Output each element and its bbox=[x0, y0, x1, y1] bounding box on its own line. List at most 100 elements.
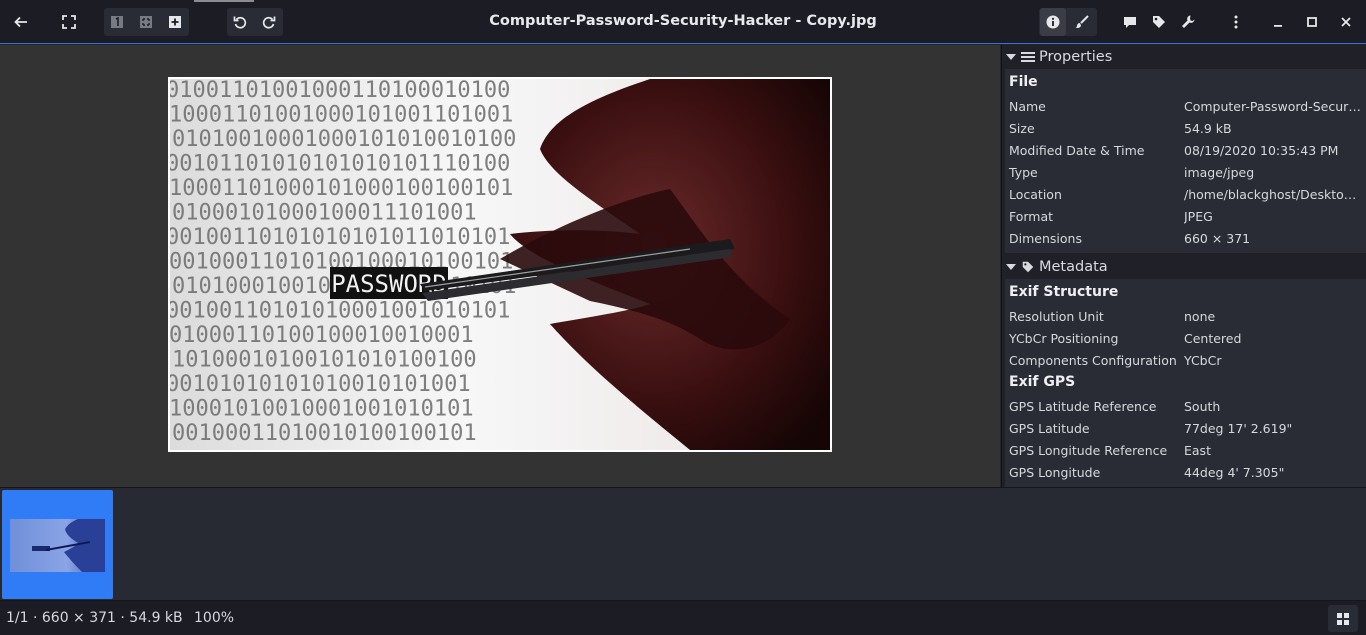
list-icon bbox=[1021, 51, 1035, 64]
binary-line: 00100110101010001001010101 bbox=[170, 299, 510, 324]
properties-header[interactable]: Properties bbox=[1002, 45, 1366, 69]
metadata-value: South bbox=[1184, 398, 1221, 414]
metadata-value: Centered bbox=[1184, 330, 1242, 346]
thumbnail-image bbox=[10, 519, 105, 572]
binary-line: 10001010010001001010101 bbox=[170, 397, 474, 422]
metadata-value: 77deg 17' 2.619" bbox=[1184, 420, 1293, 436]
binary-line: 01010010001000101010010100 bbox=[172, 127, 516, 152]
metadata-key: GPS Latitude bbox=[1009, 420, 1090, 436]
group-title-exif-gps: Exif GPS bbox=[1009, 374, 1076, 390]
main-menu-button[interactable] bbox=[1223, 8, 1249, 36]
minimize-button[interactable] bbox=[1265, 8, 1291, 36]
group-title-file: File bbox=[1009, 74, 1038, 90]
metadata-row: GPS Longitude 44deg 4' 7.305" bbox=[1005, 461, 1366, 483]
property-row: Location/home/blackghost/Desktop/C… bbox=[1005, 183, 1366, 205]
zoom-fit-button[interactable] bbox=[133, 8, 159, 36]
metadata-value: 44deg 4' 7.305" bbox=[1184, 464, 1285, 480]
metadata-row: GPS Latitude Reference South bbox=[1005, 395, 1366, 417]
property-row: Format JPEG bbox=[1005, 205, 1366, 227]
wrench-icon bbox=[1182, 15, 1195, 28]
property-row: Type image/jpeg bbox=[1005, 161, 1366, 183]
property-value: 54.9 kB bbox=[1184, 120, 1232, 136]
tab-indicator bbox=[194, 0, 254, 2]
tag-icon bbox=[1153, 16, 1165, 28]
tag-button[interactable] bbox=[1146, 8, 1172, 36]
binary-line: 00101101010101010101110100 bbox=[170, 152, 510, 177]
rotate-left-button[interactable] bbox=[227, 8, 253, 36]
metadata-key: GPS Latitude Reference bbox=[1009, 398, 1157, 414]
metadata-key: GPS Longitude Reference bbox=[1009, 442, 1168, 458]
status-bar: 1/1 · 660 × 371 · 54.9 kB 100% bbox=[0, 600, 1366, 635]
back-button[interactable] bbox=[8, 8, 34, 36]
tag-icon bbox=[1021, 260, 1035, 274]
property-value: Computer-Password-Securi… bbox=[1184, 98, 1364, 114]
header-bar: Computer-Password-Security-Hacker - Copy… bbox=[0, 0, 1366, 44]
brush-icon bbox=[1075, 15, 1089, 28]
image-info-text: 1/1 · 660 × 371 · 54.9 kB bbox=[6, 610, 183, 626]
zoom-original-button[interactable] bbox=[104, 8, 130, 36]
binary-line: 10001101001000101001101001 bbox=[170, 103, 513, 128]
metadata-value: YCbCr bbox=[1184, 352, 1222, 368]
metadata-key: Resolution Unit bbox=[1009, 308, 1104, 324]
metadata-row: GPS Longitude Reference East bbox=[1005, 439, 1366, 461]
metadata-row: GPS Latitude 77deg 17' 2.619" bbox=[1005, 417, 1366, 439]
property-value: 660 × 371 bbox=[1184, 230, 1251, 246]
rotate-right-button[interactable] bbox=[256, 8, 282, 36]
image-viewer[interactable]: 01001101001000110100010100 10001101001000… bbox=[0, 45, 1000, 487]
metadata-row: YCbCr Positioning Centered bbox=[1005, 327, 1366, 349]
binary-line: 01001101001000110100010100 bbox=[170, 79, 510, 103]
fullscreen-icon bbox=[62, 15, 76, 29]
info-icon bbox=[1046, 15, 1060, 29]
property-row: Modified Date & Time 08/19/2020 10:35:43 … bbox=[1005, 139, 1366, 161]
grid-icon bbox=[1337, 612, 1349, 625]
binary-line: 00101010101010010101001 bbox=[170, 372, 471, 397]
property-value: JPEG bbox=[1184, 208, 1213, 224]
property-key: Dimensions bbox=[1009, 230, 1082, 246]
properties-title: Properties bbox=[1039, 49, 1113, 65]
metadata-header[interactable]: Metadata bbox=[1002, 255, 1366, 279]
binary-line: 00100011010010100100101 bbox=[172, 421, 477, 446]
rotate-right-icon bbox=[262, 16, 276, 29]
property-key: Format bbox=[1009, 208, 1054, 224]
binary-line: 01000110100100010010001 bbox=[170, 323, 474, 348]
properties-section: File Name Computer-Password-Securi… Size 5… bbox=[1005, 69, 1366, 253]
binary-line: 10001101000101000100100101 bbox=[170, 176, 513, 201]
zoom-original-icon bbox=[111, 16, 123, 28]
property-value: image/jpeg bbox=[1184, 164, 1255, 180]
group-title-exif-structure: Exif Structure bbox=[1009, 284, 1119, 300]
property-row: Name Computer-Password-Securi… bbox=[1005, 95, 1366, 117]
metadata-title: Metadata bbox=[1039, 259, 1108, 275]
thumbnail-grid-button[interactable] bbox=[1328, 605, 1358, 632]
zoom-level[interactable]: 100% bbox=[194, 610, 234, 626]
back-arrow-icon bbox=[14, 16, 27, 28]
minimize-icon bbox=[1274, 25, 1282, 27]
kebab-menu-icon bbox=[1234, 15, 1238, 29]
fullscreen-button[interactable] bbox=[56, 8, 82, 36]
info-button[interactable] bbox=[1040, 8, 1066, 36]
metadata-value: none bbox=[1184, 308, 1216, 324]
metadata-value: East bbox=[1184, 442, 1211, 458]
metadata-section: Exif Structure Resolution Unit none YCbCr… bbox=[1005, 279, 1366, 487]
thumbnail-strip bbox=[0, 487, 1366, 600]
metadata-row: Components Configuration YCbCr bbox=[1005, 349, 1366, 371]
zoom-fill-icon bbox=[169, 16, 181, 28]
comment-button[interactable] bbox=[1117, 8, 1143, 36]
main-image[interactable]: 01001101001000110100010100 10001101001000… bbox=[168, 77, 832, 452]
metadata-key: YCbCr Positioning bbox=[1009, 330, 1119, 346]
binary-line: 10100010100101010100100 bbox=[172, 348, 477, 373]
property-key: Type bbox=[1009, 164, 1038, 180]
thumbnail-selected[interactable] bbox=[2, 490, 113, 599]
edit-button[interactable] bbox=[1069, 8, 1095, 36]
close-button[interactable] bbox=[1333, 8, 1359, 36]
property-value: 08/19/2020 10:35:43 PM bbox=[1184, 142, 1339, 158]
collapse-triangle-icon bbox=[1006, 54, 1016, 60]
tools-button[interactable] bbox=[1175, 8, 1201, 36]
close-icon bbox=[1341, 17, 1351, 27]
zoom-fit-icon bbox=[140, 16, 152, 28]
maximize-button[interactable] bbox=[1299, 8, 1325, 36]
metadata-row: Resolution Unit none bbox=[1005, 305, 1366, 327]
zoom-fill-button[interactable] bbox=[162, 8, 188, 36]
property-key: Modified Date & Time bbox=[1009, 142, 1145, 158]
password-photo: 0100110100100011010001010010001101001000… bbox=[170, 79, 830, 450]
rotate-left-icon bbox=[233, 16, 247, 29]
